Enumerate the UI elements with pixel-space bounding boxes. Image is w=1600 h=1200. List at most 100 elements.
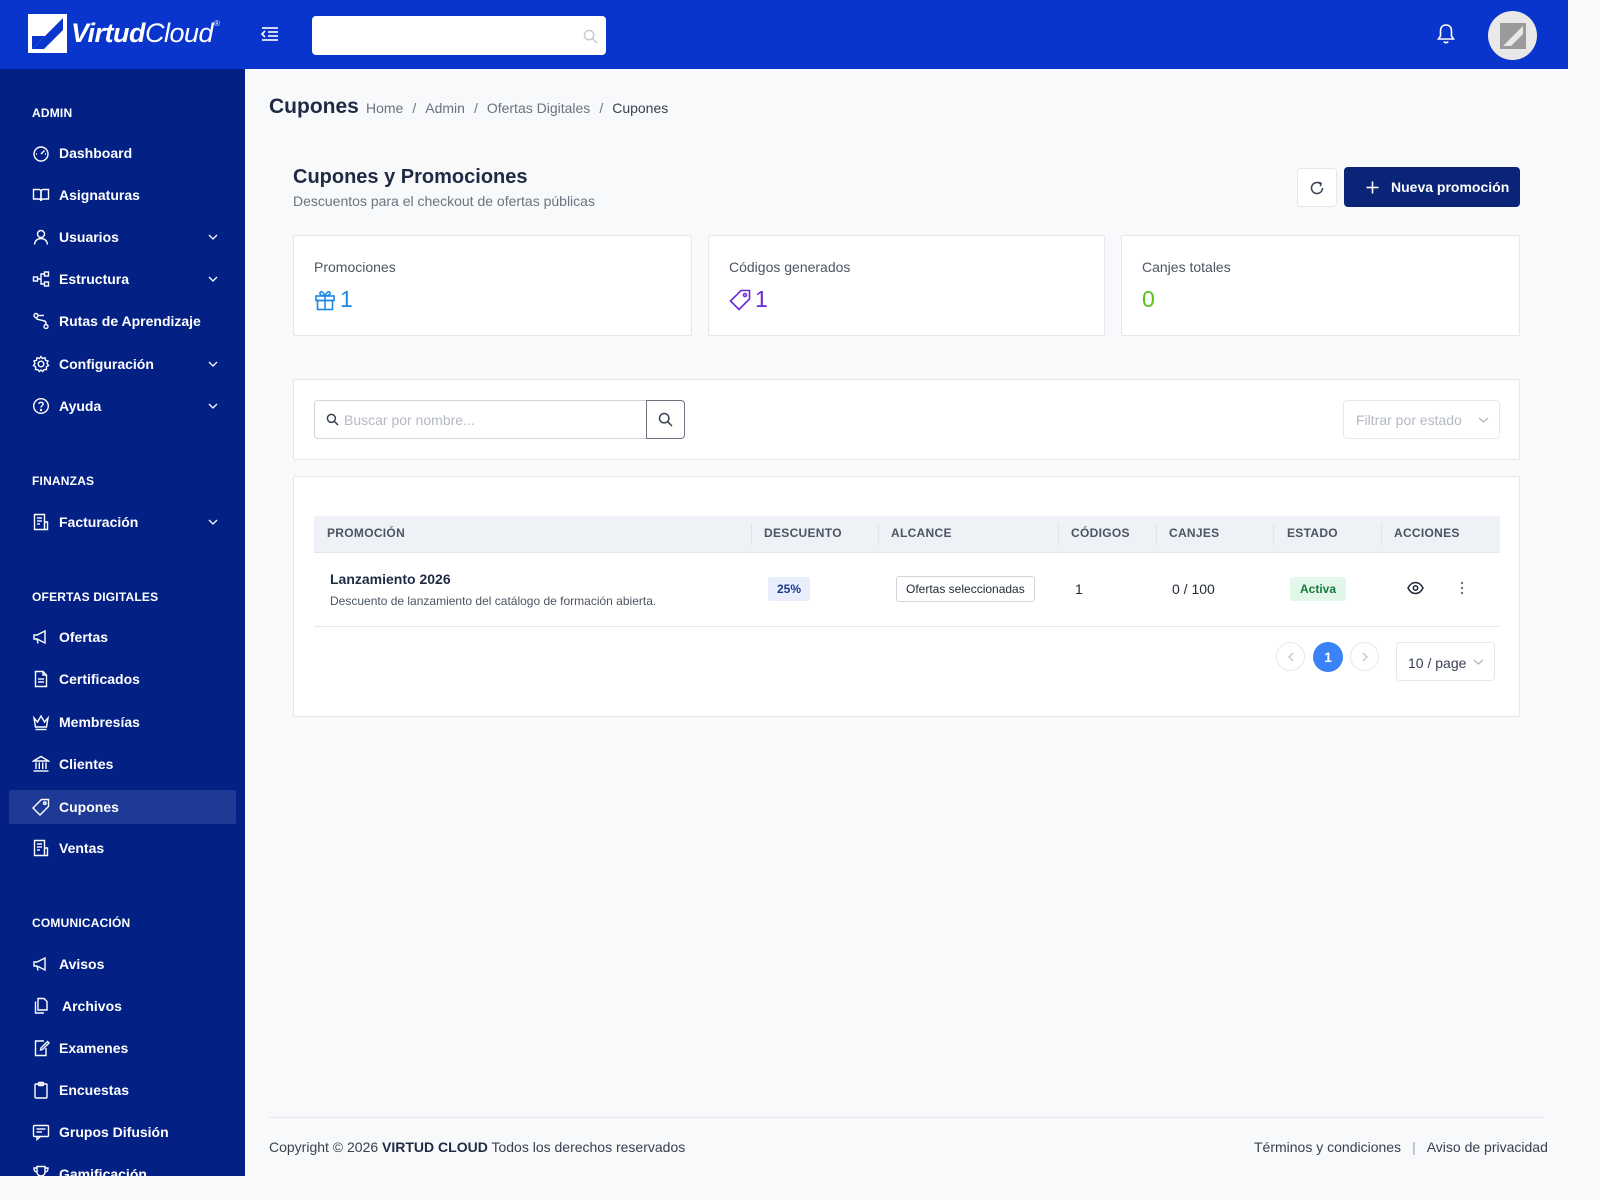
sidebar-item-label: Dashboard — [59, 145, 133, 161]
chevron-down-icon — [1478, 417, 1489, 423]
stat-value: 1 — [314, 286, 353, 313]
refresh-button[interactable] — [1297, 168, 1337, 207]
breadcrumb-separator: / — [412, 100, 417, 116]
stat-number: 1 — [340, 286, 353, 312]
stat-label: Canjes totales — [1142, 259, 1231, 275]
table-row: Lanzamiento 2026 Descuento de lanzamient… — [314, 553, 1500, 627]
page-size-select[interactable]: 10 / page — [1396, 642, 1495, 681]
sidebar-item-dashboard[interactable]: Dashboard — [9, 136, 236, 170]
footer-company: VIRTUD CLOUD — [382, 1139, 488, 1155]
terms-link[interactable]: Términos y condiciones — [1254, 1139, 1401, 1155]
column-divider — [1058, 524, 1059, 545]
logo-mark-icon — [28, 14, 67, 53]
sidebar-item-label: Estructura — [59, 271, 130, 287]
notification-bell-icon[interactable] — [1436, 23, 1456, 45]
plus-icon — [1366, 181, 1379, 193]
breadcrumb-ofertas-digitales[interactable]: Ofertas Digitales — [487, 100, 590, 116]
invoice-icon — [33, 513, 49, 531]
user-avatar[interactable] — [1488, 11, 1537, 60]
sidebar-item-configuracion[interactable]: Configuración — [9, 347, 236, 381]
view-eye-icon[interactable] — [1407, 581, 1424, 595]
sidebar-section-admin: ADMIN — [32, 106, 73, 120]
sidebar: ADMIN Dashboard Asignaturas Usuarios Est… — [0, 69, 245, 1176]
sidebar-item-gamificacion[interactable]: Gamificación — [9, 1157, 236, 1176]
stat-number: 1 — [755, 286, 768, 312]
column-header-promocion: PROMOCIÓN — [327, 526, 406, 540]
chevron-down-icon — [208, 403, 218, 409]
sidebar-item-grupos-difusion[interactable]: Grupos Difusión — [9, 1115, 236, 1149]
sidebar-item-label: Gamificación — [59, 1166, 147, 1176]
sidebar-item-label: Clientes — [59, 756, 114, 772]
files-icon — [34, 997, 48, 1014]
sidebar-item-label: Ayuda — [59, 398, 102, 414]
sidebar-item-label: Ofertas — [59, 629, 109, 645]
sidebar-item-asignaturas[interactable]: Asignaturas — [9, 178, 236, 212]
redemptions-count: 0 / 100 — [1172, 581, 1215, 597]
sidebar-item-label: Avisos — [59, 956, 105, 972]
section-title: Cupones y Promociones — [293, 166, 528, 188]
trophy-icon — [33, 1165, 49, 1176]
brand-logo[interactable]: VirtudCloud® — [28, 14, 220, 53]
sidebar-item-encuestas[interactable]: Encuestas — [9, 1073, 236, 1107]
sidebar-item-label: Encuestas — [59, 1082, 130, 1098]
sidebar-section-comunicacion: COMUNICACIÓN — [32, 916, 131, 930]
status-filter-select[interactable]: Filtrar por estado — [1343, 400, 1500, 439]
pagination-prev-button[interactable] — [1276, 642, 1305, 671]
pagination-page-1[interactable]: 1 — [1313, 642, 1343, 672]
breadcrumb-home[interactable]: Home — [366, 100, 403, 116]
sidebar-item-label: Asignaturas — [59, 187, 140, 203]
column-header-descuento: DESCUENTO — [764, 526, 842, 540]
sidebar-item-membresias[interactable]: Membresías — [9, 705, 236, 739]
structure-icon — [32, 271, 50, 287]
sidebar-item-rutas[interactable]: Rutas de Aprendizaje — [9, 304, 236, 338]
stat-label: Promociones — [314, 259, 396, 275]
search-icon[interactable] — [583, 29, 598, 44]
footer-copyright: Copyright © 2026 VIRTUD CLOUD Todos los … — [269, 1139, 686, 1155]
sidebar-item-certificados[interactable]: Certificados — [9, 662, 236, 696]
pagination-next-button[interactable] — [1350, 642, 1379, 671]
new-promotion-button[interactable]: Nueva promoción — [1344, 167, 1520, 207]
sidebar-item-ofertas[interactable]: Ofertas — [9, 620, 236, 654]
column-divider — [751, 524, 752, 545]
sidebar-item-examenes[interactable]: Examenes — [9, 1031, 236, 1065]
exam-icon — [34, 1040, 50, 1057]
footer-links: Términos y condiciones | Aviso de privac… — [1254, 1139, 1548, 1155]
sidebar-item-facturacion[interactable]: Facturación — [9, 505, 236, 539]
chevron-down-icon — [208, 519, 218, 525]
sidebar-item-cupones[interactable]: Cupones — [9, 790, 236, 824]
breadcrumb: Home / Admin / Ofertas Digitales / Cupon… — [366, 100, 668, 116]
gift-icon — [315, 290, 335, 310]
menu-collapse-icon[interactable] — [260, 24, 280, 44]
breadcrumb-current: Cupones — [612, 100, 669, 116]
column-divider — [1156, 524, 1157, 545]
stat-number: 0 — [1142, 286, 1155, 312]
search-by-name-input[interactable] — [344, 401, 644, 438]
dashboard-icon — [33, 146, 49, 162]
sidebar-item-ayuda[interactable]: Ayuda — [9, 389, 236, 423]
promotion-description: Descuento de lanzamiento del catálogo de… — [330, 594, 657, 608]
column-divider — [1273, 524, 1274, 545]
more-vertical-icon[interactable] — [1460, 581, 1464, 595]
privacy-link[interactable]: Aviso de privacidad — [1427, 1139, 1548, 1155]
breadcrumb-admin[interactable]: Admin — [425, 100, 465, 116]
sidebar-item-avisos[interactable]: Avisos — [9, 947, 236, 981]
search-button[interactable] — [646, 400, 685, 439]
codes-count: 1 — [1075, 581, 1083, 597]
sidebar-item-label: Ventas — [59, 840, 105, 856]
sidebar-item-label: Certificados — [59, 671, 140, 687]
sidebar-item-archivos[interactable]: Archivos — [9, 989, 236, 1023]
footer-divider — [269, 1117, 1544, 1118]
sidebar-item-usuarios[interactable]: Usuarios — [9, 220, 236, 254]
bank-icon — [32, 755, 50, 772]
sidebar-item-label: Cupones — [59, 799, 119, 815]
sidebar-item-estructura[interactable]: Estructura — [9, 262, 236, 296]
stat-value: 0 — [1142, 286, 1155, 313]
breadcrumb-separator: / — [473, 100, 478, 116]
sidebar-item-label: Examenes — [59, 1040, 129, 1056]
search-icon — [326, 413, 339, 426]
sidebar-item-clientes[interactable]: Clientes — [9, 747, 236, 781]
sidebar-item-ventas[interactable]: Ventas — [9, 831, 236, 865]
global-search-input[interactable] — [312, 16, 606, 55]
top-bar: VirtudCloud® — [0, 0, 1568, 69]
brand-name: VirtudCloud® — [71, 18, 220, 48]
